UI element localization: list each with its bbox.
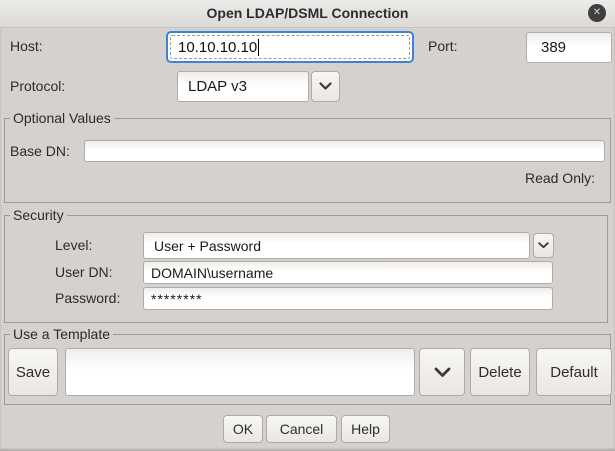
chevron-down-icon [319,82,332,91]
protocol-select[interactable] [177,71,309,102]
save-button-label: Save [16,364,50,381]
chevron-down-icon [538,242,549,249]
user-dn-label: User DN: [55,264,113,280]
level-dropdown-button[interactable] [533,233,554,258]
user-dn-input[interactable] [143,261,553,284]
close-icon: ✕ [593,7,601,18]
titlebar[interactable]: Open LDAP/DSML Connection ✕ [0,0,615,28]
host-label: Host: [10,38,43,54]
cancel-button-label: Cancel [280,421,324,437]
port-input[interactable] [526,32,612,63]
read-only-label: Read Only: [500,170,595,186]
help-button[interactable]: Help [341,415,390,443]
ok-button[interactable]: OK [223,415,263,443]
host-value: 10.10.10.10 [178,39,257,56]
template-select[interactable] [65,348,415,396]
host-input[interactable]: 10.10.10.10 [166,31,414,63]
security-title: Security [10,207,67,223]
close-button[interactable]: ✕ [588,4,606,22]
open-ldap-connection-dialog: Open LDAP/DSML Connection ✕ Host: 10.10.… [0,0,615,451]
password-input[interactable] [143,287,553,310]
level-select[interactable] [143,232,530,259]
default-button-label: Default [550,364,598,381]
base-dn-input[interactable] [84,140,605,162]
optional-values-title: Optional Values [10,110,114,126]
ok-button-label: OK [233,421,253,437]
default-button[interactable]: Default [536,348,612,396]
delete-button-label: Delete [478,364,521,381]
delete-button[interactable]: Delete [470,348,530,396]
cancel-button[interactable]: Cancel [266,415,337,443]
protocol-dropdown-button[interactable] [311,71,340,102]
protocol-label: Protocol: [10,78,65,94]
help-button-label: Help [351,421,380,437]
window-title: Open LDAP/DSML Connection [0,5,615,21]
level-label: Level: [55,237,92,253]
port-label: Port: [428,38,458,54]
chevron-down-icon [434,367,451,378]
save-button[interactable]: Save [8,348,58,396]
text-caret [258,39,259,56]
password-label: Password: [55,290,120,306]
template-dropdown-button[interactable] [419,348,465,396]
template-title: Use a Template [10,326,113,342]
base-dn-label: Base DN: [10,143,70,159]
